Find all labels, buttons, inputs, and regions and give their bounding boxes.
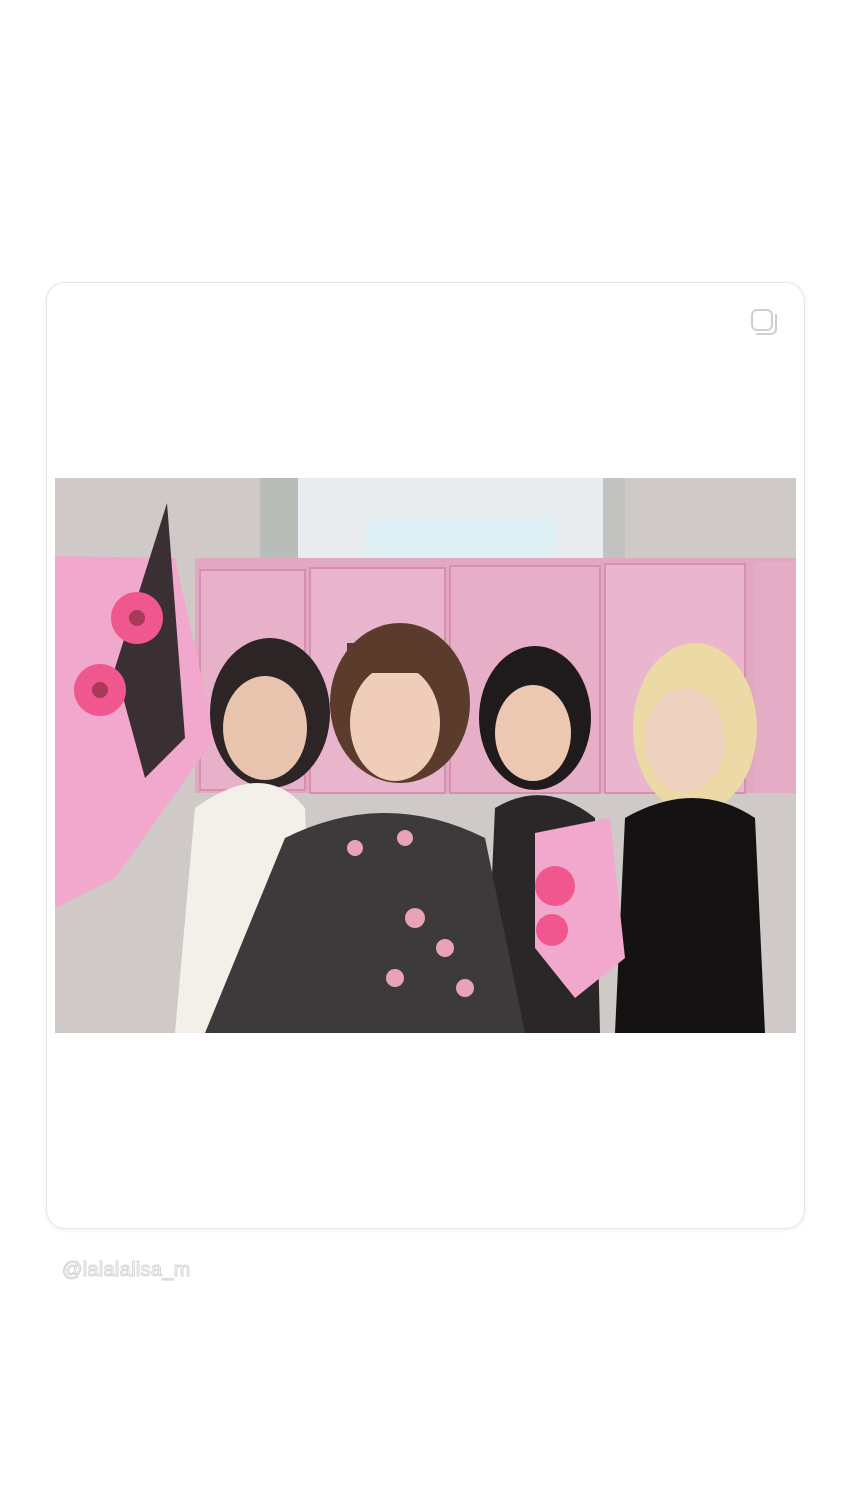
- story-screen: @lalalalisa_m: [0, 0, 850, 1511]
- mention-tag[interactable]: @lalalalisa_m: [62, 1259, 191, 1282]
- multi-photo-icon[interactable]: [749, 307, 779, 337]
- shared-post-card[interactable]: [47, 283, 804, 1228]
- post-photo: [55, 478, 796, 1033]
